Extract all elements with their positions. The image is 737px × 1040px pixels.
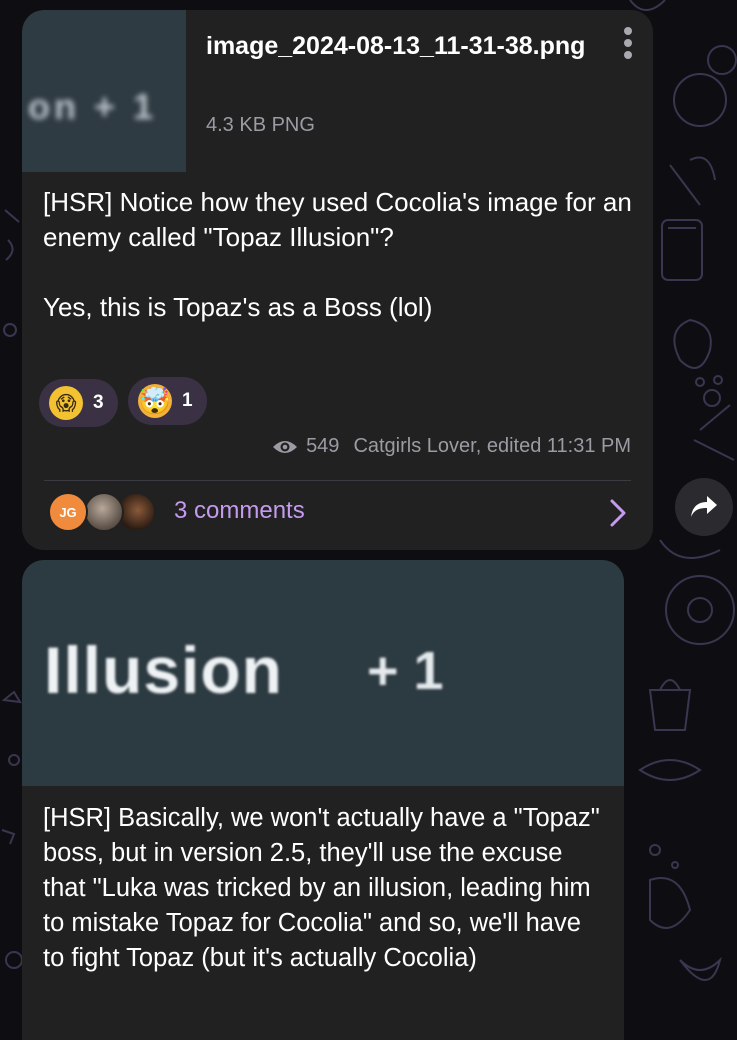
image-preview[interactable]: Illusion + 1 [22,560,624,786]
eye-icon [273,440,298,453]
share-arrow-icon [691,496,717,517]
reaction-count: 3 [93,392,104,413]
comments-label: 3 comments [174,497,305,524]
file-size: 4.3 KB PNG [206,114,315,136]
view-count: 549 [306,435,340,457]
chevron-right-icon [610,499,626,527]
thumbnail-text: on + 1 [28,86,158,127]
more-options-icon[interactable] [622,27,634,67]
screaming-face-icon: 😱 [49,386,83,420]
file-name[interactable]: image_2024-08-13_11-31-38.png [206,31,616,62]
reaction-mind-blown[interactable]: 🤯 1 [128,377,207,425]
comments-button[interactable]: JG 3 comments [22,481,653,547]
message-bubble[interactable]: on + 1 image_2024-08-13_11-31-38.png 4.3… [22,10,653,550]
avatar [84,492,124,532]
message-text: [HSR] Notice how they used Cocolia's ima… [43,187,632,322]
exploding-head-icon: 🤯 [138,384,173,418]
message-bubble[interactable]: Illusion + 1 [HSR] Basically, we won't a… [22,560,624,1040]
reaction-screaming[interactable]: 😱 3 [39,379,118,427]
author-edited-time: Catgirls Lover, edited 11:31 PM [353,435,631,457]
file-attachment[interactable]: on + 1 image_2024-08-13_11-31-38.png 4.3… [22,10,653,175]
reaction-count: 1 [182,390,193,411]
avatar: JG [48,492,88,532]
file-thumbnail[interactable]: on + 1 [22,10,186,172]
message-text: [HSR] Basically, we won't actually have … [43,804,607,972]
preview-suffix: + 1 [367,641,444,701]
share-button[interactable] [675,478,733,536]
reactions-bar: 😱 3 🤯 1 [39,377,213,427]
preview-text: Illusion [44,633,283,707]
message-meta: 549 Catgirls Lover, edited 11:31 PM [272,435,631,458]
